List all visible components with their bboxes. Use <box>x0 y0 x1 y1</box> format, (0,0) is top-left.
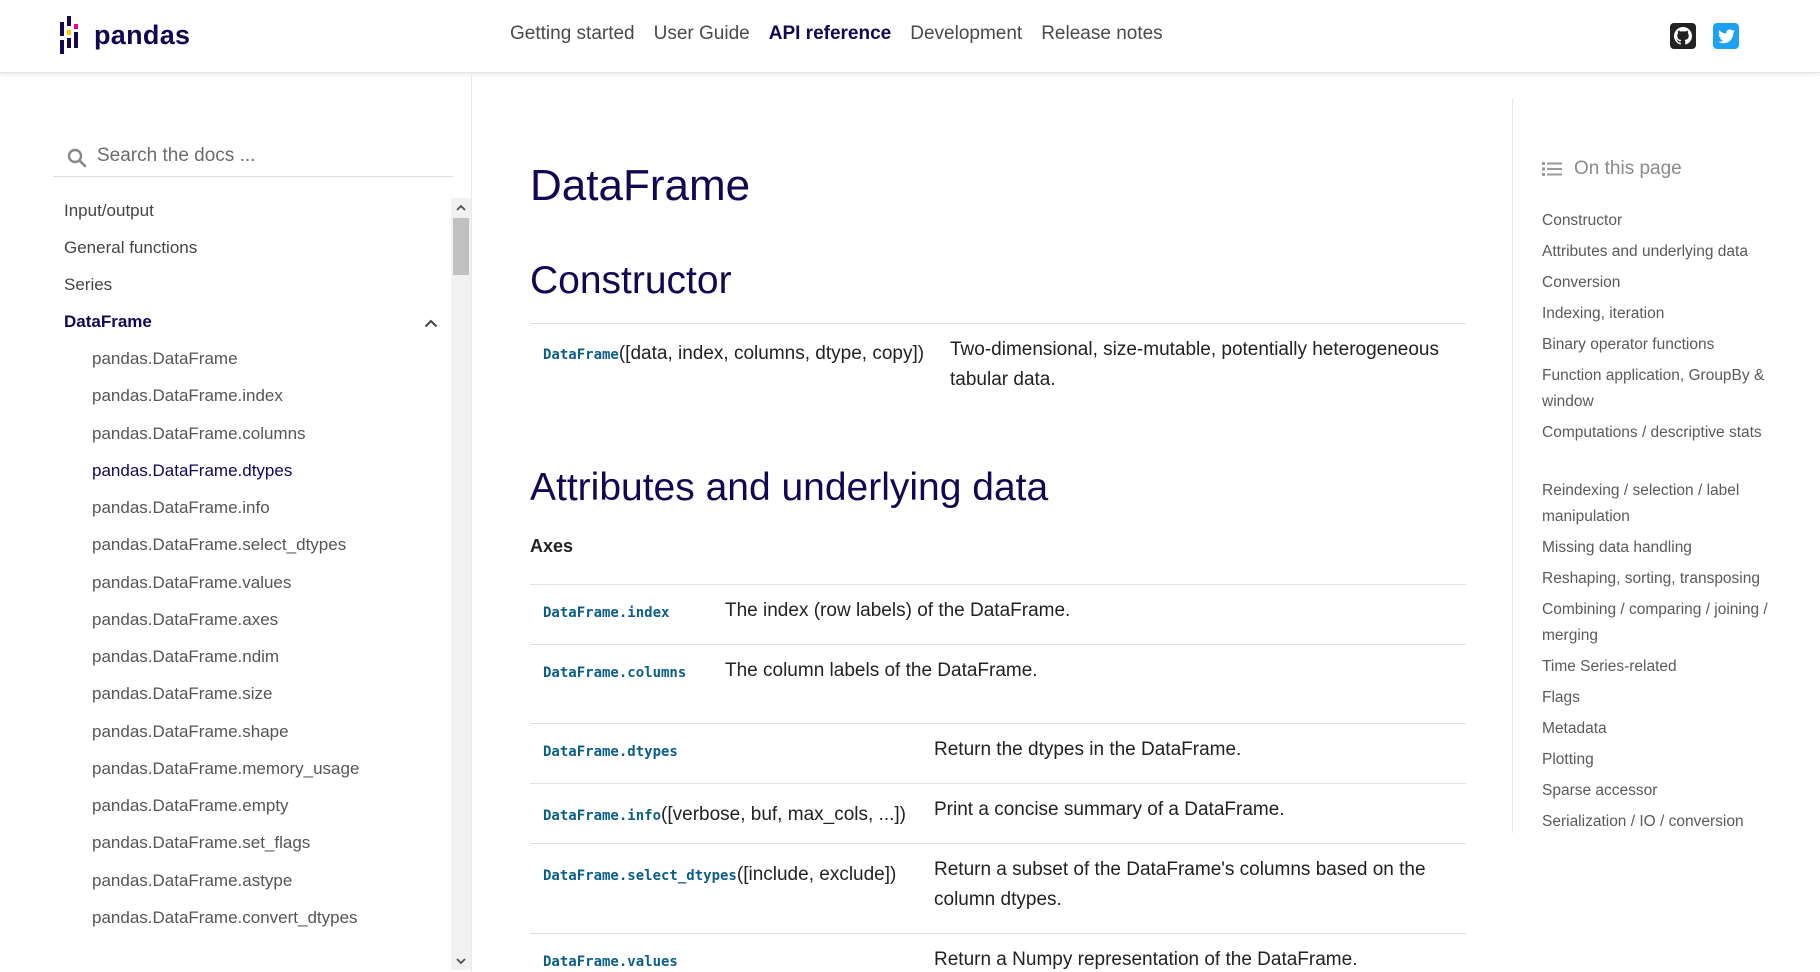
toc-item[interactable]: Serialization / IO / conversion <box>1542 809 1782 835</box>
page-title: DataFrame <box>530 161 751 210</box>
sidebar-subitem[interactable]: pandas.DataFrame.info <box>92 498 270 518</box>
table-row: DataFrame.select_dtypes([include, exclud… <box>530 843 1466 933</box>
api-description: Return the dtypes in the DataFrame. <box>934 739 1242 760</box>
toc-item[interactable]: Flags <box>1542 685 1782 711</box>
scroll-up-arrow-icon[interactable] <box>451 198 471 216</box>
sidebar-subitem[interactable]: pandas.DataFrame.columns <box>92 424 306 444</box>
toc-item[interactable]: Metadata <box>1542 716 1782 742</box>
nav-getting-started[interactable]: Getting started <box>510 23 635 45</box>
sidebar-subitem[interactable]: pandas.DataFrame.size <box>92 684 272 704</box>
search-input[interactable] <box>97 141 437 171</box>
toc-item[interactable]: Time Series-related <box>1542 654 1782 680</box>
toc-item[interactable]: Reshaping, sorting, transposing <box>1542 566 1782 592</box>
sidebar-subitem[interactable]: pandas.DataFrame.empty <box>92 796 289 816</box>
api-description: Return a subset of the DataFrame's colum… <box>934 859 1426 910</box>
pandas-logo-mark <box>60 16 84 54</box>
sidebar-subitem[interactable]: pandas.DataFrame.shape <box>92 722 289 742</box>
toc-title-text: On this page <box>1574 158 1682 179</box>
top-navbar: pandas Getting started User Guide API re… <box>0 0 1820 73</box>
search-icon <box>67 148 87 168</box>
api-link[interactable]: DataFrame.select_dtypes([include, exclud… <box>543 864 896 886</box>
table-row: DataFrame.dtypes Return the dtypes in th… <box>530 723 1466 783</box>
list-icon <box>1542 162 1562 176</box>
toc-item[interactable]: Conversion <box>1542 270 1782 296</box>
api-link[interactable]: DataFrame.values <box>543 954 678 970</box>
api-description: Return a Numpy representation of the Dat… <box>934 949 1358 970</box>
main-nav: Getting started User Guide API reference… <box>510 23 1182 45</box>
api-link[interactable]: DataFrame.index <box>543 605 669 621</box>
sidebar-subitem[interactable]: pandas.DataFrame.values <box>92 573 291 593</box>
api-link[interactable]: DataFrame([data, index, columns, dtype, … <box>543 343 924 365</box>
sidebar-nav: Input/output General functions Series Da… <box>0 191 450 972</box>
nav-user-guide[interactable]: User Guide <box>654 23 750 45</box>
sidebar-subitem[interactable]: pandas.DataFrame.axes <box>92 610 278 630</box>
github-icon[interactable] <box>1670 23 1696 49</box>
api-link[interactable]: DataFrame.info([verbose, buf, max_cols, … <box>543 804 906 826</box>
toc-item[interactable]: Computations / descriptive stats <box>1542 420 1782 446</box>
scrollbar-thumb[interactable] <box>453 218 469 275</box>
sidebar-subitem[interactable]: pandas.DataFrame.select_dtypes <box>92 535 346 555</box>
toc-item[interactable]: Function application, GroupBy & window <box>1542 363 1782 415</box>
twitter-icon[interactable] <box>1713 23 1739 49</box>
section-heading-attributes: Attributes and underlying data <box>530 466 1049 509</box>
api-link[interactable]: DataFrame.dtypes <box>543 744 678 760</box>
chevron-up-icon[interactable] <box>424 319 438 328</box>
toc-title: On this page <box>1542 158 1682 180</box>
nav-release-notes[interactable]: Release notes <box>1041 23 1162 45</box>
toc-item[interactable]: Reindexing / selection / label manipulat… <box>1542 478 1782 530</box>
sidebar-subitem[interactable]: pandas.DataFrame <box>92 349 238 369</box>
toc-item[interactable]: Attributes and underlying data <box>1542 239 1782 265</box>
table-row: DataFrame.index The index (row labels) o… <box>530 584 1466 644</box>
table-row: DataFrame.values Return a Numpy represen… <box>530 933 1466 972</box>
sidebar-item-dataframe[interactable]: DataFrame <box>64 312 152 332</box>
toc-item[interactable]: Plotting <box>1542 747 1782 773</box>
nav-api-reference[interactable]: API reference <box>769 23 892 45</box>
toc-item[interactable]: Constructor <box>1542 208 1782 234</box>
api-description: Print a concise summary of a DataFrame. <box>934 799 1285 820</box>
sidebar-subitem-current[interactable]: pandas.DataFrame.dtypes <box>92 461 292 481</box>
sidebar-subitem[interactable]: pandas.DataFrame.set_flags <box>92 833 310 853</box>
sidebar-subitem[interactable]: pandas.DataFrame.astype <box>92 871 292 891</box>
api-description: The column labels of the DataFrame. <box>725 660 1038 681</box>
table-row: DataFrame.info([verbose, buf, max_cols, … <box>530 783 1466 843</box>
toc-item[interactable]: Missing data handling <box>1542 535 1782 561</box>
subsection-heading-axes: Axes <box>530 536 574 556</box>
api-description: The index (row labels) of the DataFrame. <box>725 600 1071 621</box>
sidebar-item-general-functions[interactable]: General functions <box>64 238 197 258</box>
sidebar-scrollbar[interactable] <box>451 198 471 970</box>
sidebar-item-series[interactable]: Series <box>64 275 112 295</box>
pandas-logo[interactable]: pandas <box>60 16 190 54</box>
sidebar-subitem[interactable]: pandas.DataFrame.index <box>92 386 283 406</box>
nav-development[interactable]: Development <box>910 23 1022 45</box>
scroll-down-arrow-icon[interactable] <box>451 952 471 970</box>
api-description: Two-dimensional, size-mutable, potential… <box>950 339 1439 390</box>
sidebar-item-input-output[interactable]: Input/output <box>64 201 154 221</box>
toc-item[interactable]: Sparse accessor <box>1542 778 1782 804</box>
section-heading-constructor: Constructor <box>530 259 732 302</box>
table-row: DataFrame([data, index, columns, dtype, … <box>530 323 1466 408</box>
left-sidebar: Input/output General functions Series Da… <box>0 73 472 972</box>
toc-item[interactable]: Binary operator functions <box>1542 332 1782 358</box>
table-row: DataFrame.columns The column labels of t… <box>530 644 1466 704</box>
api-link[interactable]: DataFrame.columns <box>543 665 686 681</box>
sidebar-subitem[interactable]: pandas.DataFrame.convert_dtypes <box>92 908 358 928</box>
main-content: DataFrame Constructor DataFrame([data, i… <box>530 73 1466 972</box>
on-this-page-toc: On this page Constructor Attributes and … <box>1512 98 1802 833</box>
sidebar-subitem[interactable]: pandas.DataFrame.memory_usage <box>92 759 359 779</box>
toc-item[interactable]: Combining / comparing / joining / mergin… <box>1542 597 1782 649</box>
search-box <box>53 137 453 177</box>
sidebar-subitem[interactable]: pandas.DataFrame.ndim <box>92 647 279 667</box>
toc-item[interactable]: Indexing, iteration <box>1542 301 1782 327</box>
brand-name: pandas <box>94 19 191 50</box>
